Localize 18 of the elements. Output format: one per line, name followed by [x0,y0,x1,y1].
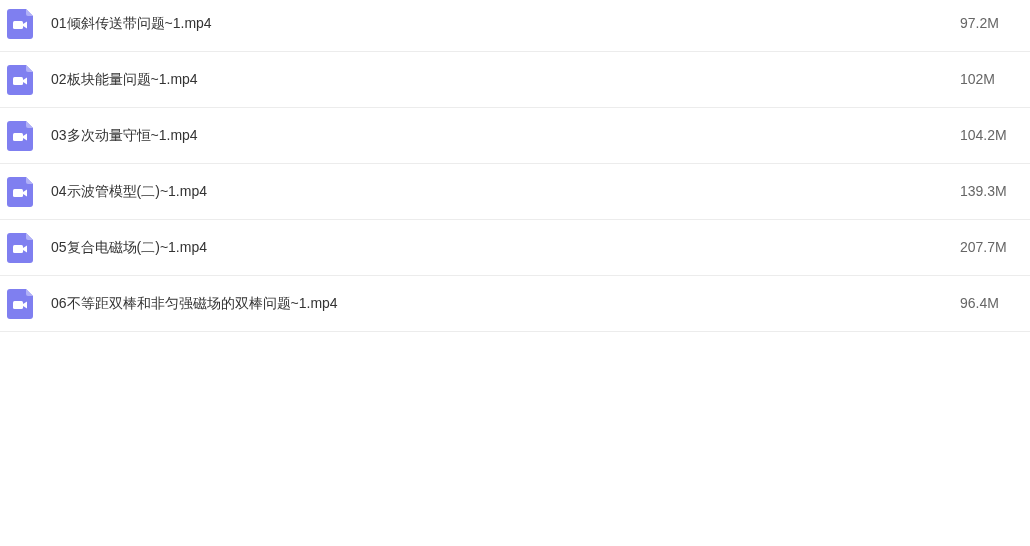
file-name[interactable]: 01倾斜传送带问题~1.mp4 [51,13,212,34]
file-name[interactable]: 04示波管模型(二)~1.mp4 [51,181,207,202]
video-file-icon [7,176,33,207]
file-size: 207.7M [960,238,1008,257]
file-name[interactable]: 06不等距双棒和非匀强磁场的双棒问题~1.mp4 [51,293,338,314]
video-file-icon [7,8,33,39]
file-size: 96.4M [960,294,1000,313]
file-name[interactable]: 02板块能量问题~1.mp4 [51,69,198,90]
video-file-icon [7,288,33,319]
video-file-icon [7,64,33,95]
file-size: 139.3M [960,182,1008,201]
video-file-icon [7,232,33,263]
file-name[interactable]: 05复合电磁场(二)~1.mp4 [51,237,207,258]
file-name[interactable]: 03多次动量守恒~1.mp4 [51,125,198,146]
video-file-icon [7,120,33,151]
file-size: 97.2M [960,14,1000,33]
file-size: 104.2M [960,126,1008,145]
file-size: 102M [960,70,997,89]
